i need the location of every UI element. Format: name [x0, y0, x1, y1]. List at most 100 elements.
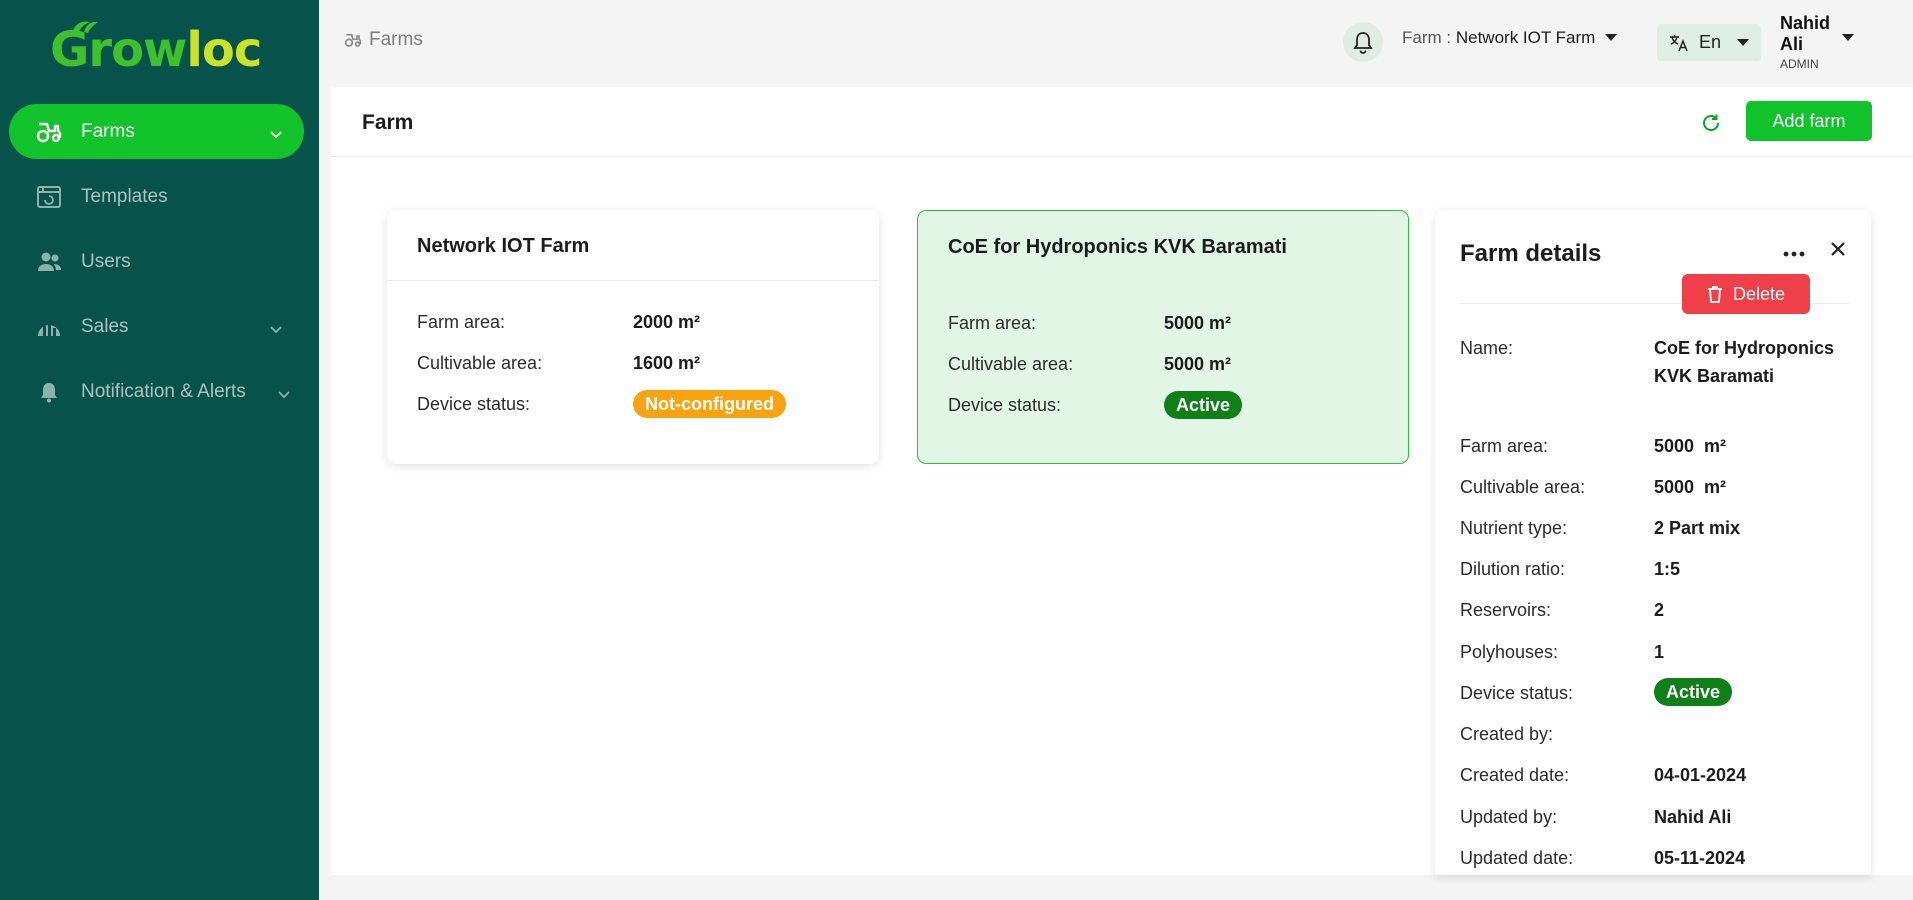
farm-details-panel: Farm details Delete Name: CoE for Hydrop… — [1435, 210, 1871, 875]
detail-row-name: Name: CoE for Hydroponics KVK Baramati — [1460, 334, 1850, 386]
farm-area-row: Farm area: 5000 m² — [948, 313, 1231, 334]
bell-icon — [35, 378, 63, 406]
leaf-icon — [72, 21, 98, 34]
farm-area-value: 2000 m² — [633, 312, 701, 332]
device-status-row: Device status: Active — [948, 391, 1243, 419]
page-title: Farm — [362, 111, 414, 134]
main-panel: Farm Add farm Network IOT Farm Farm area… — [331, 87, 1913, 875]
language-value: En — [1699, 32, 1722, 52]
cultivable-area-row: Cultivable area: 5000 m² — [948, 354, 1231, 375]
detail-row-dilution-ratio: Dilution ratio: 1:5 — [1460, 555, 1850, 583]
detail-row-updated-by: Updated by: Nahid Ali — [1460, 803, 1850, 831]
close-button[interactable] — [1826, 237, 1850, 261]
cultivable-area-label: Cultivable area: — [948, 354, 1074, 374]
details-title: Farm details — [1460, 240, 1602, 267]
sales-chart-icon — [35, 313, 63, 341]
detail-row-cultivable-area: Cultivable area: 5000 m² — [1460, 473, 1850, 501]
status-badge: Not-configured — [633, 390, 786, 418]
bell-icon — [1353, 32, 1373, 54]
sidebar-nav: Farms Templates Users Sales Notification… — [9, 104, 304, 429]
sidebar-item-users[interactable]: Users — [9, 234, 304, 289]
template-icon — [35, 183, 63, 211]
detail-row-nutrient-type: Nutrient type: 2 Part mix — [1460, 514, 1850, 542]
users-icon — [35, 248, 63, 276]
farm-card-title: Network IOT Farm — [417, 235, 590, 257]
farm-area-row: Farm area: 2000 m² — [417, 312, 700, 333]
sidebar-item-notifications[interactable]: Notification & Alerts — [9, 364, 304, 419]
caret-down-icon — [1737, 38, 1750, 46]
tractor-icon — [35, 118, 63, 146]
detail-row-updated-date: Updated date: 05-11-2024 — [1460, 844, 1850, 872]
top-bar: Farms Farm : Network IOT Farm En Nahid A… — [319, 0, 1913, 82]
tractor-icon — [344, 33, 362, 47]
farm-selector-value: Network IOT Farm — [1455, 28, 1596, 47]
translate-icon — [1670, 34, 1688, 51]
refresh-icon — [1703, 114, 1719, 131]
farm-card-selected[interactable]: CoE for Hydroponics KVK Baramati Farm ar… — [917, 210, 1409, 464]
add-farm-button[interactable]: Add farm — [1746, 101, 1872, 141]
detail-row-farm-area: Farm area: 5000 m² — [1460, 432, 1850, 460]
more-horizontal-icon — [1783, 251, 1805, 257]
detail-row-reservoirs: Reservoirs: 2 — [1460, 596, 1850, 624]
detail-value: 1 — [1654, 642, 1665, 662]
refresh-button[interactable] — [1696, 108, 1726, 138]
trash-icon — [1707, 286, 1722, 303]
sidebar-item-templates[interactable]: Templates — [9, 169, 304, 224]
status-badge: Active — [1654, 678, 1733, 706]
cultivable-area-value: 1600 m² — [633, 353, 701, 373]
detail-value: 5000 m² — [1654, 436, 1727, 456]
status-badge: Active — [1164, 391, 1243, 419]
detail-row-created-date: Created date: 04-01-2024 — [1460, 761, 1850, 789]
delete-button[interactable]: Delete — [1682, 274, 1810, 314]
user-menu[interactable]: Nahid Ali ADMIN — [1780, 13, 1870, 71]
cultivable-area-label: Cultivable area: — [417, 353, 543, 373]
delete-label: Delete — [1732, 283, 1786, 304]
chevron-down-icon — [270, 123, 282, 145]
detail-value: 5000 m² — [1654, 477, 1727, 497]
divider — [387, 280, 879, 281]
chevron-down-icon — [278, 383, 290, 405]
notification-button[interactable] — [1343, 22, 1383, 62]
chevron-down-icon — [270, 318, 282, 340]
breadcrumb[interactable]: Farms — [343, 29, 423, 51]
detail-value: 2 Part mix — [1654, 518, 1741, 538]
detail-value: 1:5 — [1654, 559, 1681, 579]
farm-card[interactable]: Network IOT Farm Farm area: 2000 m² Cult… — [387, 210, 879, 464]
sidebar-item-label: Users — [81, 250, 131, 272]
language-selector[interactable]: En — [1657, 24, 1761, 61]
sidebar: Growloc Farms Templates Users Sales Noti… — [0, 0, 319, 900]
sidebar-item-label: Sales — [81, 315, 129, 337]
close-icon — [1831, 242, 1845, 256]
breadcrumb-label: Farms — [369, 29, 423, 50]
more-options-button[interactable] — [1781, 244, 1807, 264]
sidebar-item-label: Farms — [81, 120, 135, 142]
farm-area-label: Farm area: — [948, 313, 1037, 333]
user-last-name: Ali — [1780, 34, 1804, 54]
detail-label: Created by: — [1460, 724, 1554, 744]
caret-down-icon — [1842, 34, 1854, 41]
device-status-label: Device status: — [948, 395, 1062, 415]
farm-selector[interactable]: Farm : Network IOT Farm — [1402, 28, 1618, 48]
detail-value: 04-01-2024 — [1654, 765, 1747, 785]
growloc-logo[interactable]: Growloc — [50, 21, 262, 78]
detail-value: CoE for Hydroponics KVK Baramati — [1654, 338, 1835, 386]
detail-value: 05-11-2024 — [1654, 848, 1746, 868]
user-first-name: Nahid — [1780, 13, 1831, 33]
panel-header: Farm Add farm — [331, 87, 1913, 157]
detail-value: Nahid Ali — [1654, 807, 1732, 827]
farm-selector-label: Farm : — [1402, 28, 1456, 47]
detail-row-device-status: Device status: Active — [1460, 678, 1850, 707]
cultivable-area-value: 5000 m² — [1164, 354, 1232, 374]
farm-area-label: Farm area: — [417, 312, 506, 332]
sidebar-item-sales[interactable]: Sales — [9, 299, 304, 354]
device-status-label: Device status: — [417, 394, 531, 414]
farm-card-title: CoE for Hydroponics KVK Baramati — [948, 236, 1287, 258]
cultivable-area-row: Cultivable area: 1600 m² — [417, 353, 700, 374]
sidebar-item-label: Notification & Alerts — [81, 380, 246, 402]
farm-area-value: 5000 m² — [1164, 313, 1232, 333]
caret-down-icon — [1605, 34, 1618, 41]
user-role: ADMIN — [1780, 57, 1819, 71]
sidebar-item-farms[interactable]: Farms — [9, 104, 304, 159]
detail-row-created-by: Created by: — [1460, 720, 1850, 748]
device-status-row: Device status: Not-configured — [417, 390, 786, 418]
